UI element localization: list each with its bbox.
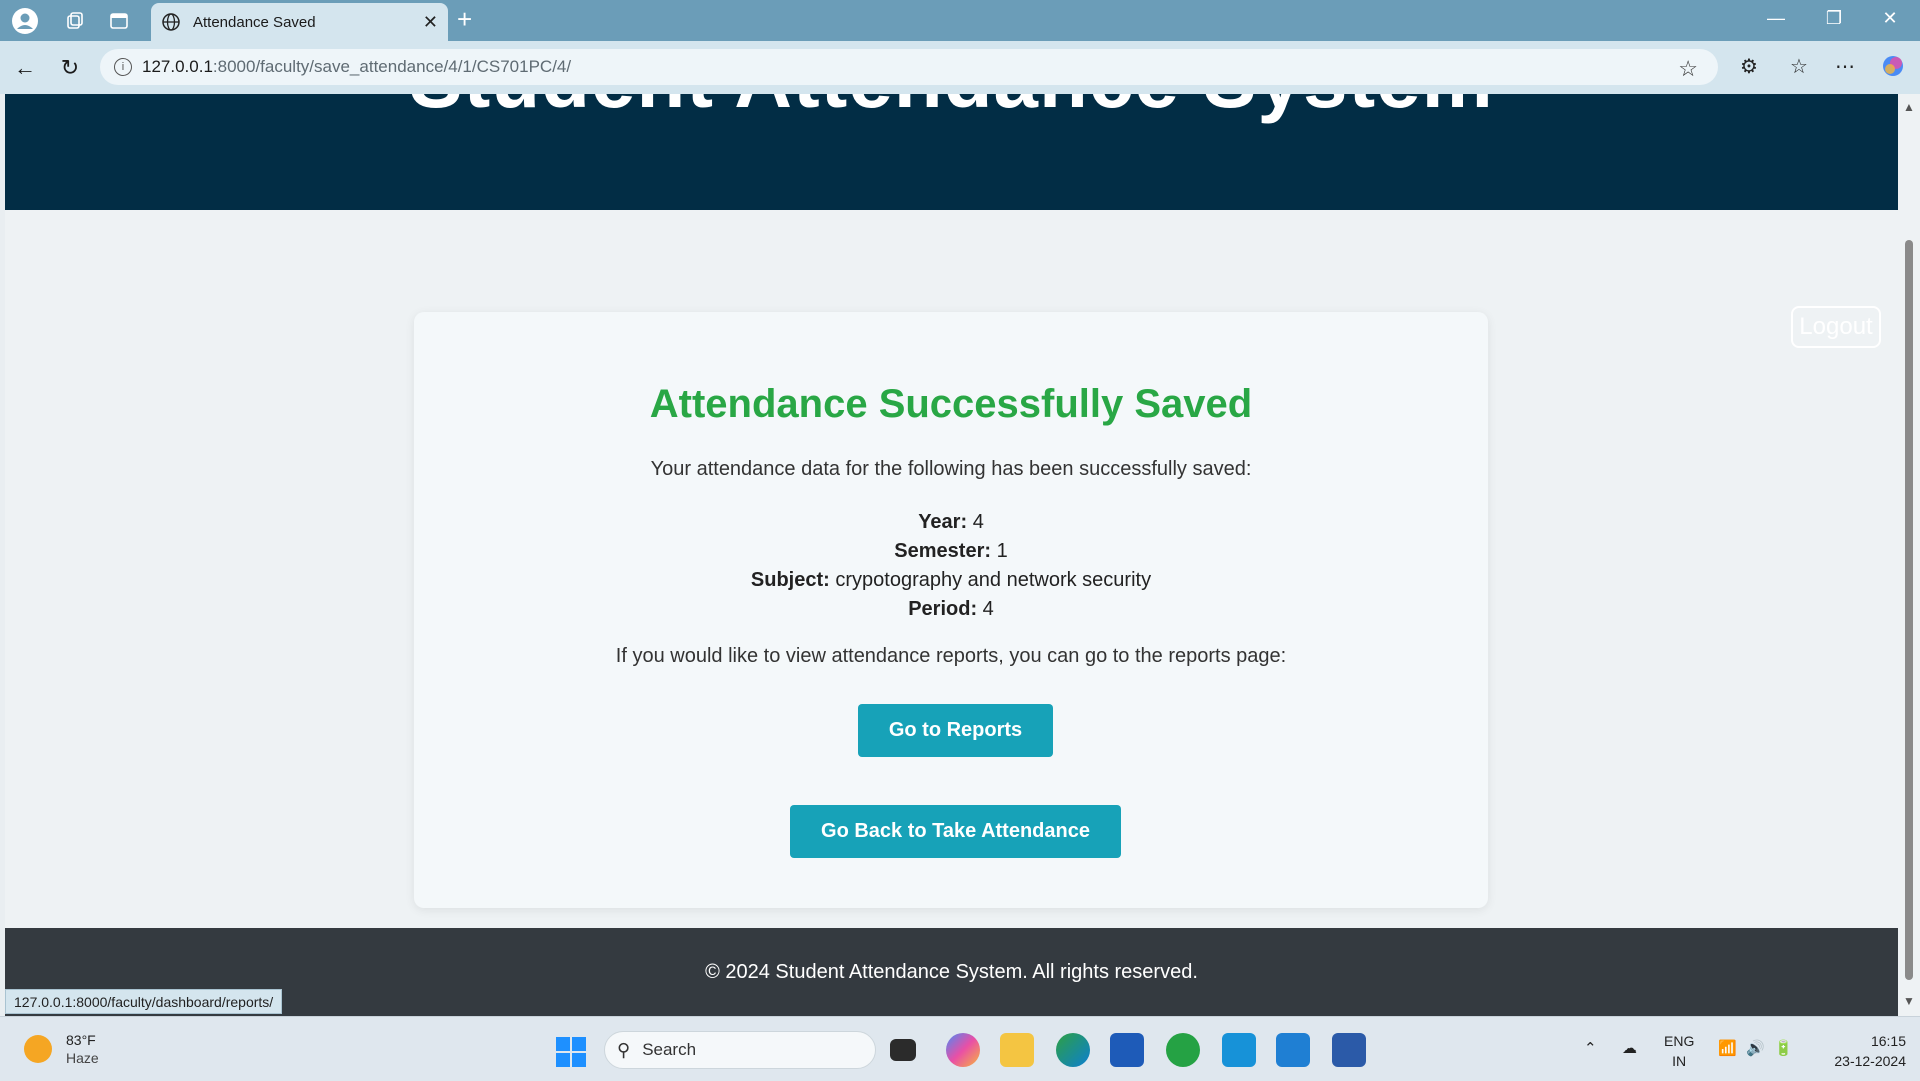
- vertical-scrollbar[interactable]: ▲ ▼: [1898, 94, 1920, 1016]
- windows-taskbar: 83°F Haze ⚲ Search ⌃ ☁ ENG IN 📶 🔊 🔋 16:1…: [0, 1016, 1920, 1081]
- address-bar: ← ↻ i 127.0.0.1 :8000/faculty/save_atten…: [0, 41, 1920, 94]
- volume-icon[interactable]: 🔊: [1746, 1039, 1765, 1057]
- alexa-icon[interactable]: [1222, 1033, 1256, 1067]
- minimize-icon[interactable]: —: [1756, 8, 1796, 29]
- detail-year: Year: 4: [414, 508, 1488, 537]
- globe-icon: [162, 13, 180, 31]
- url-field[interactable]: i 127.0.0.1 :8000/faculty/save_attendanc…: [100, 49, 1718, 85]
- extensions-icon[interactable]: ⚙: [1734, 54, 1764, 79]
- success-heading: Attendance Successfully Saved: [649, 382, 1253, 426]
- intro-text: Your attendance data for the following h…: [650, 458, 1252, 480]
- clock-date: 23-12-2024: [1834, 1053, 1906, 1069]
- semester-label: Semester:: [894, 540, 992, 562]
- year-value: 4: [972, 511, 984, 533]
- whatsapp-icon[interactable]: [1166, 1033, 1200, 1067]
- semester-value: 1: [996, 540, 1008, 562]
- weather-widget[interactable]: 83°F Haze: [24, 1031, 99, 1067]
- new-tab-icon[interactable]: +: [457, 4, 472, 35]
- browser-titlebar: Attendance Saved ✕ + — ❐ ✕: [0, 0, 1920, 41]
- clock-time: 16:15: [1870, 1033, 1906, 1049]
- favorites-icon[interactable]: ☆: [1784, 54, 1814, 79]
- back-arrow-icon[interactable]: ←: [10, 53, 40, 83]
- attendance-details: Year: 4 Semester: 1 Subject: crypotograp…: [414, 508, 1488, 624]
- refresh-icon[interactable]: ↻: [55, 53, 85, 83]
- subject-value: crypotography and network security: [835, 569, 1152, 591]
- copilot-app-icon[interactable]: [946, 1033, 980, 1067]
- vscode-icon[interactable]: [1276, 1033, 1310, 1067]
- url-host: 127.0.0.1: [142, 57, 213, 76]
- site-title: Student Attendance System: [5, 94, 1898, 126]
- page-header: Student Attendance System: [5, 94, 1898, 210]
- period-value: 4: [982, 598, 994, 620]
- file-explorer-icon[interactable]: [1000, 1033, 1034, 1067]
- subject-label: Subject:: [750, 569, 830, 591]
- detail-semester: Semester: 1: [414, 537, 1488, 566]
- onedrive-icon[interactable]: ☁: [1622, 1039, 1637, 1057]
- wifi-icon[interactable]: 📶: [1718, 1039, 1737, 1057]
- language-code: ENG: [1664, 1033, 1695, 1049]
- detail-subject: Subject: crypotography and network secur…: [414, 566, 1488, 595]
- confirmation-card: Attendance Successfully Saved Your atten…: [414, 312, 1488, 908]
- url-path: :8000/faculty/save_attendance/4/1/CS701P…: [212, 57, 572, 76]
- scroll-down-icon[interactable]: ▼: [1903, 994, 1915, 1008]
- more-menu-icon[interactable]: ⋯: [1830, 54, 1860, 79]
- store-icon[interactable]: [1110, 1033, 1144, 1067]
- reports-prompt: If you would like to view attendance rep…: [615, 645, 1287, 667]
- battery-icon[interactable]: 🔋: [1774, 1039, 1793, 1057]
- word-icon[interactable]: [1332, 1033, 1366, 1067]
- period-label: Period:: [908, 598, 978, 620]
- search-icon: ⚲: [617, 1039, 631, 1060]
- tab-attendance-saved[interactable]: Attendance Saved ✕: [151, 3, 448, 41]
- scroll-up-icon[interactable]: ▲: [1903, 100, 1915, 114]
- site-info-icon[interactable]: i: [114, 58, 132, 76]
- detail-period: Period: 4: [414, 595, 1488, 624]
- search-placeholder: Search: [642, 1040, 697, 1059]
- year-label: Year:: [918, 511, 968, 533]
- link-status-bar: 127.0.0.1:8000/faculty/dashboard/reports…: [5, 989, 283, 1014]
- task-view-icon[interactable]: [890, 1039, 916, 1061]
- scroll-thumb[interactable]: [1905, 240, 1913, 980]
- copilot-icon[interactable]: [1878, 54, 1908, 84]
- go-to-reports-button[interactable]: Go to Reports: [858, 704, 1053, 757]
- close-window-icon[interactable]: ✕: [1870, 8, 1910, 29]
- temperature: 83°F: [66, 1032, 96, 1048]
- favorite-star-icon[interactable]: ☆: [1678, 56, 1698, 82]
- language-indicator[interactable]: ENG IN: [1664, 1031, 1694, 1071]
- collections-icon[interactable]: [60, 6, 90, 36]
- region-code: IN: [1672, 1053, 1687, 1069]
- weather-condition: Haze: [66, 1050, 99, 1066]
- close-tab-icon[interactable]: ✕: [423, 12, 438, 33]
- windows-start-icon[interactable]: [556, 1037, 586, 1067]
- page-footer: © 2024 Student Attendance System. All ri…: [5, 928, 1898, 1016]
- system-clock[interactable]: 16:15 23-12-2024: [1814, 1031, 1906, 1071]
- logout-button[interactable]: Logout: [1791, 306, 1881, 348]
- show-hidden-icons-icon[interactable]: ⌃: [1584, 1039, 1597, 1057]
- tab-title: Attendance Saved: [193, 13, 316, 31]
- edge-browser-icon[interactable]: [1056, 1033, 1090, 1067]
- profile-icon[interactable]: [10, 6, 40, 36]
- restore-icon[interactable]: ❐: [1814, 8, 1854, 29]
- page-viewport: Student Attendance System Logout Attenda…: [5, 94, 1898, 1016]
- haze-sun-icon: [24, 1035, 52, 1063]
- go-back-button[interactable]: Go Back to Take Attendance: [790, 805, 1121, 858]
- tab-actions-icon[interactable]: [104, 6, 134, 36]
- taskbar-search[interactable]: ⚲ Search: [604, 1031, 876, 1069]
